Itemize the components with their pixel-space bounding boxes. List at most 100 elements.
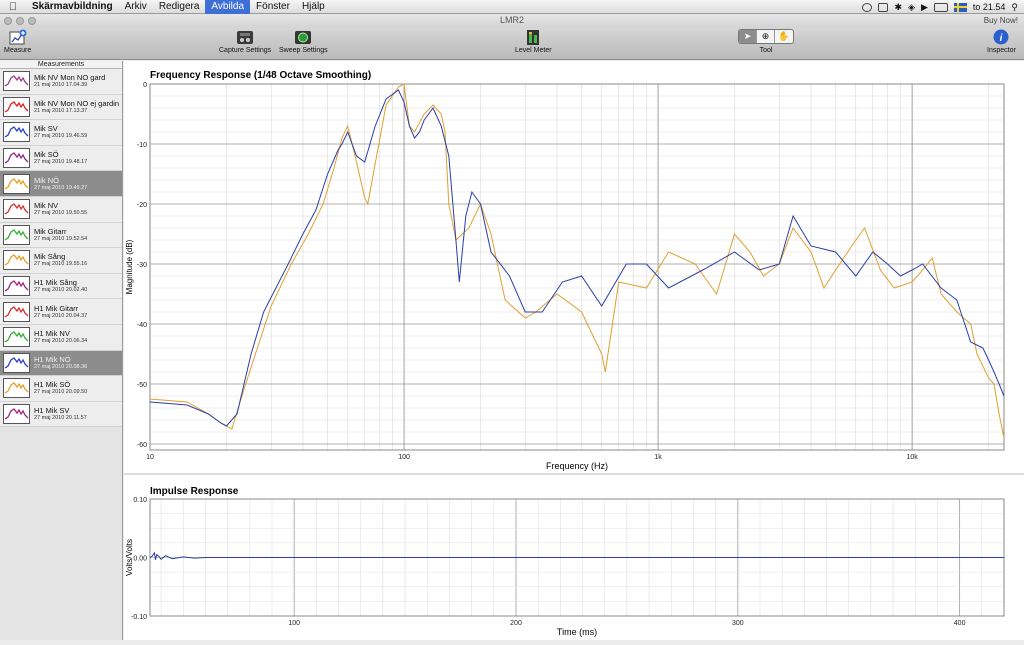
measurement-date: 27 maj 2010 20.09.50 — [34, 389, 88, 396]
measurement-thumbnail — [3, 301, 30, 322]
display-icon[interactable] — [878, 2, 889, 12]
measurements-header[interactable]: Measurements — [0, 61, 122, 69]
apple-menu-icon[interactable]:  — [0, 1, 26, 13]
measurement-thumbnail — [3, 276, 30, 297]
measurement-thumbnail — [3, 71, 30, 92]
capture-settings-button[interactable]: Capture Settings — [219, 29, 271, 54]
clock-text[interactable]: to 21.54 — [973, 2, 1006, 12]
freq-x-ticks: 10 100 1k 10k — [146, 454, 918, 461]
measurement-text: Mik Gitarr 27 maj 2010 19.52.54 — [34, 227, 87, 243]
measurement-date: 21 maj 2010 17.13.37 — [34, 107, 88, 114]
measurement-name: Mik SÖ — [34, 150, 59, 160]
measure-icon — [9, 29, 27, 45]
measurement-text: Mik NÖ 27 maj 2010 19.49.27 — [34, 176, 87, 192]
impulse-chart-title: Impulse Response — [150, 486, 239, 497]
measurement-item[interactable]: H1 Mik Sång 27 maj 2010 20.02.40 — [0, 273, 122, 300]
freq-plot-frame[interactable] — [149, 83, 1005, 451]
measurement-item[interactable]: H1 Mik NÖ 27 maj 2010 20.08.36 — [0, 350, 122, 377]
measurement-date: 27 maj 2010 19.55.16 — [34, 261, 88, 268]
measurement-name: H1 Mik Gitarr — [34, 303, 79, 313]
freq-y-tick-label: -60 — [137, 442, 147, 449]
measurement-thumbnail — [3, 122, 30, 143]
measurement-item[interactable]: H1 Mik NV 27 maj 2010 20.06.34 — [0, 324, 122, 351]
measurement-thumbnail — [3, 173, 30, 194]
minimize-window-button[interactable] — [16, 17, 24, 25]
spotlight-icon[interactable]: ⚲ — [1011, 2, 1018, 13]
measurement-item[interactable]: Mik SÖ 27 maj 2010 19.48.17 — [0, 145, 122, 172]
measurements-list: Mik NV Mon NO gard 21 maj 2010 17.04.39 Mi… — [0, 69, 122, 428]
sweep-settings-button[interactable]: Sweep Settings — [279, 29, 328, 54]
impulse-x-axis-label: Time (ms) — [557, 627, 597, 637]
freq-x-tick-label: 10 — [146, 454, 154, 461]
input-flag-icon[interactable] — [953, 2, 967, 12]
measurement-date: 27 maj 2010 20.06.34 — [34, 338, 88, 345]
freq-grid — [149, 83, 1004, 450]
info-icon: i — [992, 29, 1010, 45]
measurement-item[interactable]: Mik Sång 27 maj 2010 19.55.16 — [0, 248, 122, 274]
menu-item-redigera[interactable]: Redigera — [153, 0, 206, 14]
measurement-name: H1 Mik NV — [34, 329, 70, 339]
hand-tool-icon[interactable]: ✋ — [775, 30, 793, 43]
measurements-sidebar: Measurements Mik NV Mon NO gard 21 maj 20… — [0, 61, 123, 640]
bluetooth-icon[interactable]: ✱ — [894, 2, 902, 13]
volume-icon[interactable]: ▶ — [921, 2, 928, 13]
plots-svg: Frequency Response (1/48 Octave Smoothin… — [124, 70, 1024, 637]
sweep-settings-icon — [294, 29, 312, 45]
tool-label: Tool — [759, 47, 773, 54]
menu-item-hjalp[interactable]: Hjälp — [296, 0, 331, 14]
tool-segmented-control: ➤ ⊕ ✋ — [738, 29, 794, 44]
measurement-name: Mik NV — [34, 201, 59, 211]
menu-extras: ✱ ◈ ▶ to 21.54 ⚲ — [862, 0, 1018, 14]
sweep-settings-label: Sweep Settings — [279, 47, 328, 54]
level-meter-icon — [524, 29, 542, 45]
measurement-text: H1 Mik SV 27 maj 2010 20.11.57 — [34, 406, 87, 422]
impulse-x-tick-label: 100 — [288, 620, 300, 627]
time-machine-icon[interactable] — [862, 2, 873, 12]
menu-item-avbilda[interactable]: Avbilda — [205, 0, 251, 14]
measure-button[interactable]: Measure — [4, 29, 31, 54]
buy-now-link[interactable]: Buy Now! — [984, 14, 1018, 27]
menu-item-arkiv[interactable]: Arkiv — [119, 0, 153, 14]
measurement-item[interactable]: Mik NÖ 27 maj 2010 19.49.27 — [0, 171, 122, 197]
freq-y-axis-label: Magnitude (dB) — [125, 239, 134, 294]
level-meter-button[interactable]: Level Meter — [515, 29, 552, 54]
freq-y-tick-label: -40 — [137, 322, 147, 329]
toolbar: Measure Capture Settings Sweep Settings … — [0, 28, 1024, 60]
impulse-series-line — [149, 551, 1004, 561]
measurement-item[interactable]: Mik NV Mon NO ej gardin 21 maj 2010 17.13… — [0, 94, 122, 121]
impulse-y-axis-label: Volts/Volts — [125, 539, 134, 576]
measurement-item[interactable]: H1 Mik SV 27 maj 2010 20.11.57 — [0, 401, 122, 428]
plot-area: Frequency Response (1/48 Octave Smoothin… — [124, 61, 1024, 640]
measurement-thumbnail — [3, 224, 30, 245]
measurement-date: 27 maj 2010 20.04.37 — [34, 312, 88, 319]
measurement-text: Mik NV Mon NO ej gardin 21 maj 2010 17.13… — [34, 99, 119, 115]
measurement-item[interactable]: Mik NV Mon NO gard 21 maj 2010 17.04.39 — [0, 69, 122, 95]
menu-app-name[interactable]: Skärmavbildning — [26, 0, 119, 14]
impulse-x-tick-label: 300 — [732, 620, 744, 627]
measurement-item[interactable]: Mik SV 27 maj 2010 19.46.59 — [0, 120, 122, 146]
impulse-series — [149, 551, 1004, 561]
measurement-item[interactable]: Mik NV 27 maj 2010 19.50.55 — [0, 196, 122, 223]
measurement-name: Mik Gitarr — [34, 226, 67, 236]
measurement-date: 27 maj 2010 19.49.27 — [34, 184, 88, 191]
measure-label: Measure — [4, 47, 32, 54]
close-window-button[interactable] — [4, 17, 12, 25]
impulse-x-tick-label: 400 — [954, 620, 966, 627]
freq-y-tick-label: -30 — [137, 262, 147, 269]
window-title-bar: LMR2 Buy Now! — [0, 14, 1024, 28]
wifi-icon[interactable]: ◈ — [908, 2, 915, 13]
measurement-thumbnail — [3, 96, 30, 117]
measurement-item[interactable]: Mik Gitarr 27 maj 2010 19.52.54 — [0, 222, 122, 249]
measurement-name: H1 Mik Sång — [34, 278, 77, 288]
window-controls — [4, 17, 36, 25]
inspector-button[interactable]: i Inspector — [987, 29, 1016, 54]
zoom-window-button[interactable] — [28, 17, 36, 25]
menu-item-fonster[interactable]: Fönster — [250, 0, 296, 14]
measurement-name: Mik NV Mon NO gard — [34, 73, 106, 83]
measurement-item[interactable]: H1 Mik SÖ 27 maj 2010 20.09.50 — [0, 376, 122, 402]
battery-icon[interactable] — [933, 2, 948, 12]
pointer-tool-icon[interactable]: ➤ — [739, 30, 757, 43]
zoom-tool-icon[interactable]: ⊕ — [757, 30, 775, 43]
measurement-item[interactable]: H1 Mik Gitarr 27 maj 2010 20.04.37 — [0, 299, 122, 325]
freq-y-ticks: 0 -10 -20 -30 -40 -50 -60 — [137, 82, 147, 449]
